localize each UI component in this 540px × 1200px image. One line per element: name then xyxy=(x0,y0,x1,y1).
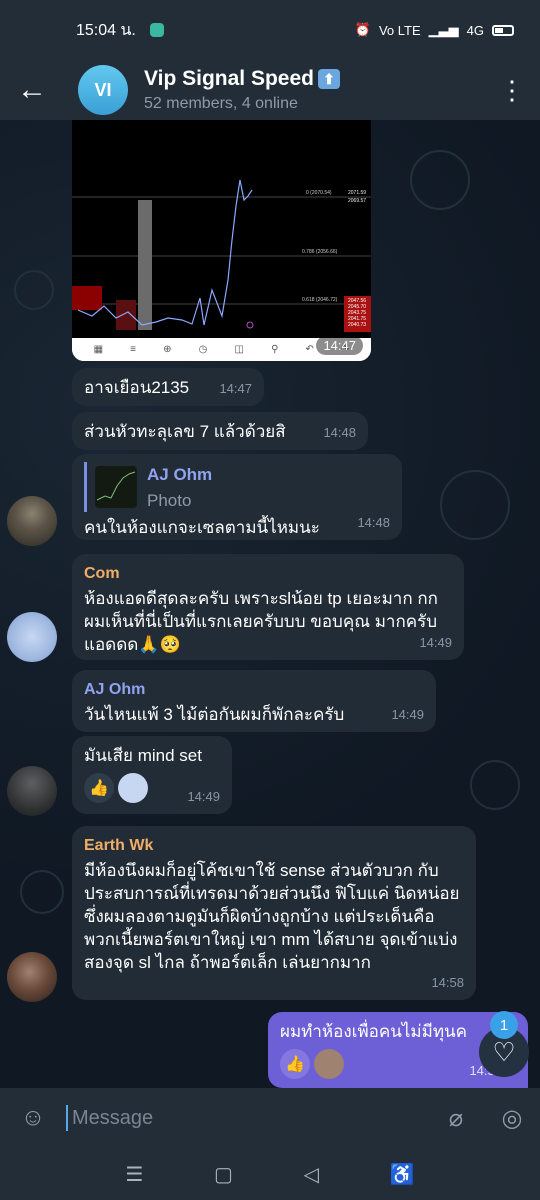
reply-preview[interactable]: AJ Ohm Photo xyxy=(84,462,390,512)
user-avatar[interactable] xyxy=(7,766,57,816)
alarm-icon: ⏰ xyxy=(354,22,371,37)
message-time: 14:47 xyxy=(316,336,363,355)
background-doodle xyxy=(20,870,64,914)
more-vertical-icon[interactable]: ⋮ xyxy=(484,77,540,103)
reply-type: Photo xyxy=(147,490,192,510)
message-text: คนในห้องแกจะเซลตามนี้ไหมนะ xyxy=(84,518,320,537)
chart-tool-icon: ⊕ xyxy=(163,344,172,355)
thumbs-up-reaction[interactable]: 👍 xyxy=(280,1049,310,1079)
message-bubble[interactable]: อาจเยือน2135 14:47 xyxy=(72,368,264,406)
chart-tool-icon: ◫ xyxy=(234,344,244,355)
signal-icon: ▁▃▅ xyxy=(428,22,459,37)
message-time: 14:49 xyxy=(419,635,452,650)
instagram-camera-icon[interactable]: ◎ xyxy=(484,1104,540,1133)
message-text: ห้องแอดดีสุดละครับ เพราะslน้อย tp เยอะมา… xyxy=(84,589,438,654)
reactor-avatar xyxy=(314,1049,344,1079)
sender-name[interactable]: Earth Wk xyxy=(84,834,464,857)
chart-tool-icon: ⚲ xyxy=(271,344,279,355)
system-nav-bar: ☰ ▢ ◁ ♿ xyxy=(0,1148,540,1200)
chat-title: Vip Signal Speed ⬆ xyxy=(144,67,340,91)
chat-header: ← VI Vip Signal Speed ⬆ 52 members, 4 onl… xyxy=(0,60,540,120)
fib-label: 0.618 (2046.72) xyxy=(302,297,338,303)
network-label: 4G xyxy=(466,22,484,38)
message-bubble[interactable]: มันเสีย mind set 👍 14:49 xyxy=(72,736,232,814)
message-time: 14:48 xyxy=(357,515,390,530)
notification-app-icon xyxy=(149,23,164,37)
message-bubble[interactable]: ส่วนหัวทะลุเลข 7 แล้วด้วยสิ 14:48 xyxy=(72,412,368,450)
price-level: 2040.73 xyxy=(348,322,366,328)
message-text: วันไหนแพ้ 3 ไม้ต่อกันผมก็พักละครับ xyxy=(84,705,345,724)
up-arrow-icon: ⬆ xyxy=(318,69,340,90)
fib-label: 0.786 (2056.66) xyxy=(302,249,338,255)
reaction-count-badge[interactable]: 1 xyxy=(490,1011,518,1039)
message-bubble[interactable]: Earth Wk มีห้องนึงผมก็อยู่โค้ชเขาใช้ sen… xyxy=(72,826,476,1000)
sender-name[interactable]: Com xyxy=(84,562,452,585)
message-time: 14:58 xyxy=(431,975,464,990)
background-doodle xyxy=(470,760,520,810)
price-level: 2069.57 xyxy=(348,198,366,204)
sender-name[interactable]: AJ Ohm xyxy=(84,678,424,701)
chart-tool-icon: ◷ xyxy=(198,344,208,355)
thumbs-up-reaction[interactable]: 👍 xyxy=(84,773,114,803)
background-doodle xyxy=(14,270,54,310)
message-text: ส่วนหัวทะลุเลข 7 แล้วด้วยสิ xyxy=(84,422,286,441)
chart-tool-icon: ↶ xyxy=(305,344,314,355)
battery-icon xyxy=(492,24,514,36)
fib-label: 0 (2070.54) xyxy=(306,190,332,196)
chat-title-text: Vip Signal Speed xyxy=(144,67,314,90)
group-avatar[interactable]: VI xyxy=(78,65,128,115)
recent-apps-icon[interactable]: ☰ xyxy=(125,1162,143,1187)
chat-title-box[interactable]: Vip Signal Speed ⬆ 52 members, 4 online xyxy=(144,67,340,113)
message-text: มีห้องนึงผมก็อยู่โค้ชเขาใช้ sense ส่วนตั… xyxy=(84,861,460,972)
chat-subtitle: 52 members, 4 online xyxy=(144,95,298,112)
user-avatar[interactable] xyxy=(7,952,57,1002)
status-bar: 15:04 น. ⏰ Vo LTE ▁▃▅ 4G xyxy=(0,0,540,60)
message-bubble[interactable]: AJ Ohm วันไหนแพ้ 3 ไม้ต่อกันผมก็พักละครั… xyxy=(72,670,436,732)
background-doodle xyxy=(410,150,470,210)
chart-photo-message[interactable]: 0 (2070.54) 0.786 (2056.66) 0.618 (2046.… xyxy=(72,120,371,361)
message-text: ผมทำห้องเพื่อคนไม่มีทุนค xyxy=(280,1022,468,1041)
message-bubble[interactable]: AJ Ohm Photo คนในห้องแกจะเซลตามนี้ไหมนะ … xyxy=(72,454,402,540)
sticker-icon[interactable]: ☺ xyxy=(0,1104,66,1132)
price-chart-image: 0 (2070.54) 0.786 (2056.66) 0.618 (2046.… xyxy=(72,120,371,338)
chart-tool-icon: ▦ xyxy=(93,344,104,355)
back-triangle-icon[interactable]: ◁ xyxy=(304,1162,319,1187)
volte-label: Vo LTE xyxy=(378,22,421,38)
message-text: อาจเยือน2135 xyxy=(84,378,190,397)
message-bubble[interactable]: Com ห้องแอดดีสุดละครับ เพราะslน้อย tp เย… xyxy=(72,554,464,660)
message-text: มันเสีย mind set xyxy=(84,746,202,765)
message-time: 14:49 xyxy=(187,789,220,804)
chart-tool-icon: ≡ xyxy=(130,344,136,355)
message-time: 14:49 xyxy=(391,707,424,722)
accessibility-icon[interactable]: ♿ xyxy=(390,1162,415,1187)
background-doodle xyxy=(440,470,510,540)
reply-author: AJ Ohm xyxy=(147,464,213,484)
message-input-bar: ☺ Message ⌀ ◎ xyxy=(0,1088,540,1148)
reactor-avatar xyxy=(118,773,148,803)
status-icons: ⏰ Vo LTE ▁▃▅ 4G xyxy=(355,22,514,38)
status-time: 15:04 น. xyxy=(76,21,136,39)
reply-thumbnail xyxy=(95,466,137,508)
chat-area[interactable]: 0 (2070.54) 0.786 (2056.66) 0.618 (2046.… xyxy=(0,120,540,1088)
paperclip-icon[interactable]: ⌀ xyxy=(428,1104,484,1133)
user-avatar[interactable] xyxy=(7,612,57,662)
message-time: 14:47 xyxy=(219,381,252,396)
arrow-left-icon[interactable]: ← xyxy=(0,60,64,120)
price-level: 2071.59 xyxy=(348,190,366,196)
user-avatar[interactable] xyxy=(7,496,57,546)
home-icon[interactable]: ▢ xyxy=(214,1162,233,1187)
message-time: 14:48 xyxy=(323,425,356,440)
message-input[interactable]: Message xyxy=(66,1105,428,1131)
